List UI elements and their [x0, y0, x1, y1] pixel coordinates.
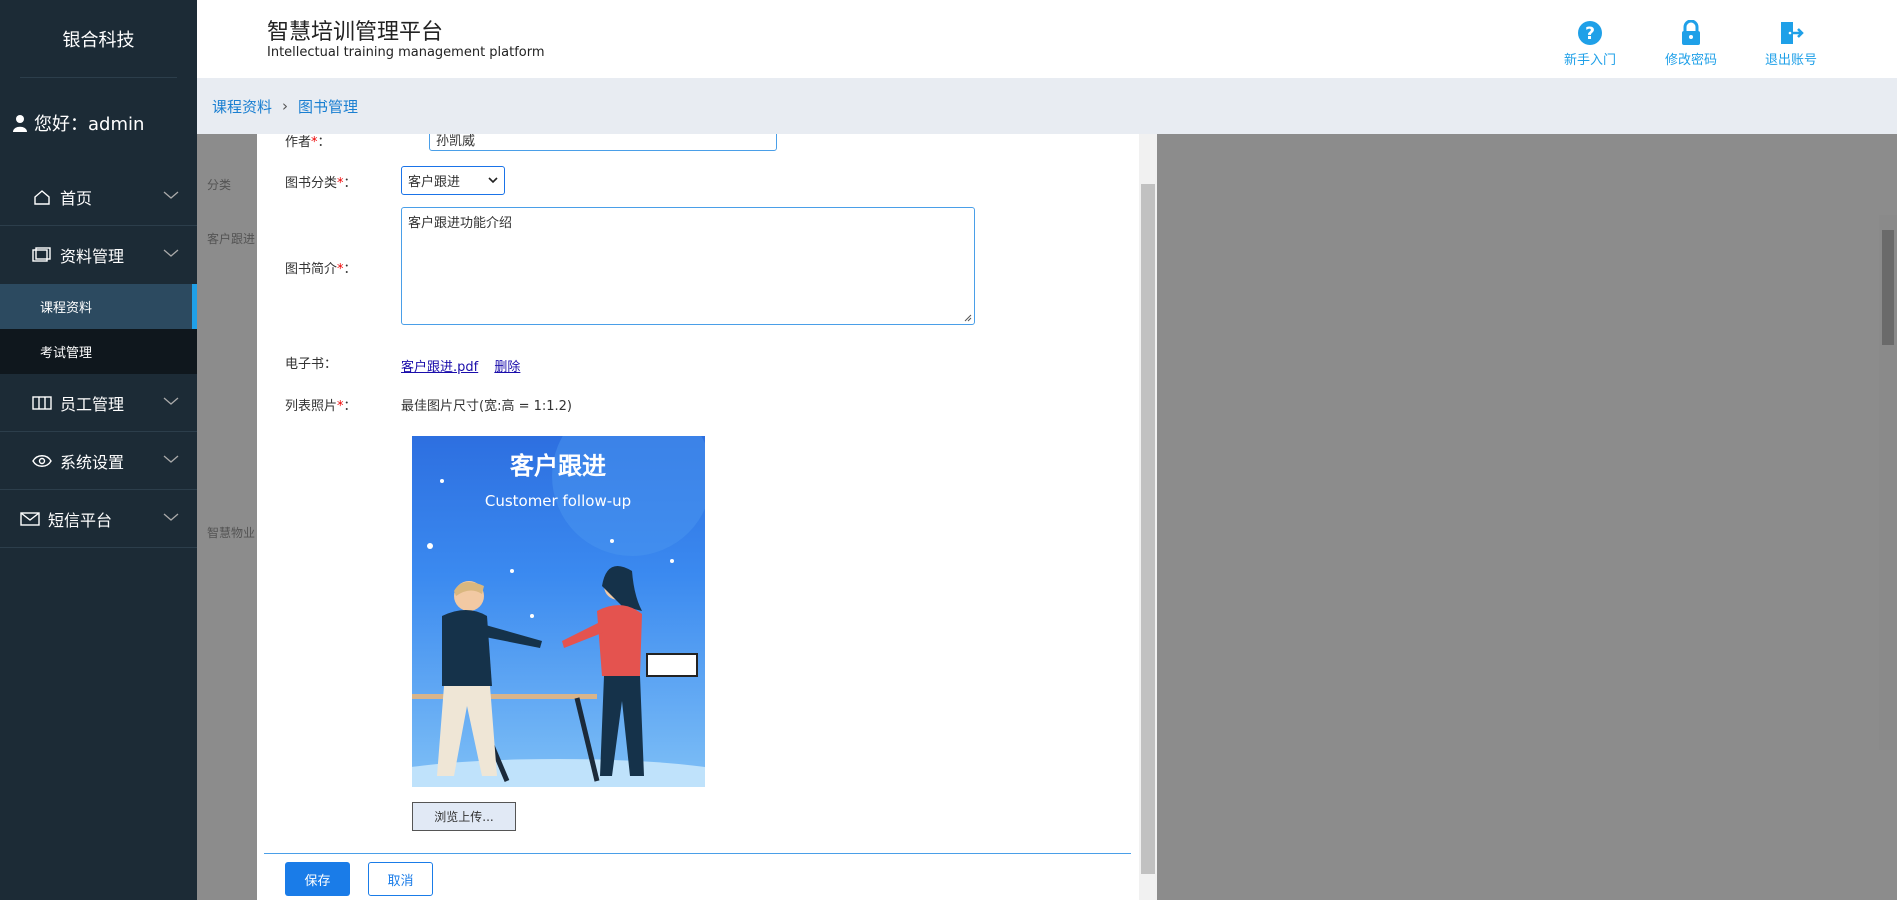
modal-scrollbar[interactable]: [1139, 134, 1157, 900]
greeting-text: 您好：admin: [34, 114, 145, 135]
cover-subtitle: Customer follow-up: [485, 492, 631, 510]
chevron-down-icon: [163, 513, 179, 521]
intro-textarea[interactable]: 客户跟进功能介绍: [401, 207, 975, 325]
modal-scroll-thumb[interactable]: [1141, 184, 1155, 874]
author-row: 作者*：: [285, 134, 777, 151]
logout-door-icon: [1781, 22, 1804, 44]
app-title: 智慧培训管理平台: [267, 20, 444, 45]
category-value: 客户跟进: [408, 175, 461, 190]
save-button[interactable]: 保存: [285, 862, 350, 896]
chevron-down-icon: [163, 249, 179, 257]
nav-sms[interactable]: 短信平台: [0, 490, 197, 548]
help-icon: ?: [1578, 21, 1602, 45]
category-label-row: 图书分类*：: [285, 176, 357, 191]
beginner-guide-label: 新手入门: [1563, 53, 1616, 68]
ebook-delete-link[interactable]: 删除: [494, 360, 520, 375]
app-subtitle: Intellectual training management platfor…: [267, 45, 545, 60]
sidebar: 银合科技 您好：admin 首页 资料管理 课程资料 考试管理 员工管理 系统设…: [0, 0, 197, 900]
nav-staff-label: 员工管理: [60, 394, 125, 414]
category-label: 图书分类: [285, 176, 338, 191]
intro-text: 客户跟进功能介绍: [408, 216, 513, 231]
chevron-down-icon: [488, 177, 498, 184]
intro-label-row: 图书简介*：: [285, 262, 357, 277]
ebook-file-link[interactable]: 客户跟进.pdf: [401, 360, 478, 375]
nav-staff[interactable]: 员工管理: [0, 374, 197, 432]
staff-icon: [32, 395, 52, 411]
change-password-label: 修改密码: [1664, 53, 1717, 68]
author-label: 作者: [285, 135, 312, 150]
nav-documents[interactable]: 资料管理: [0, 226, 197, 284]
cancel-button[interactable]: 取消: [368, 862, 433, 896]
breadcrumb: 课程资料 › 图书管理: [197, 78, 1897, 134]
documents-icon: [32, 247, 52, 263]
logout-label: 退出账号: [1764, 53, 1817, 68]
category-select[interactable]: 客户跟进: [401, 166, 505, 195]
brand: 银合科技: [20, 0, 177, 78]
lock-icon: [1682, 20, 1700, 45]
intro-label: 图书简介: [285, 262, 338, 277]
resize-handle-icon[interactable]: [962, 312, 972, 322]
chevron-down-icon: [163, 397, 179, 405]
author-input[interactable]: [429, 134, 777, 151]
chevron-down-icon: [163, 191, 179, 199]
breadcrumb-item-book-management[interactable]: 图书管理: [298, 96, 358, 117]
mail-icon: [20, 511, 40, 527]
home-icon: [32, 189, 52, 205]
photo-hint: 最佳图片尺寸(宽:高 = 1:1.2): [401, 399, 573, 414]
eye-settings-icon: [32, 453, 52, 469]
logout-button[interactable]: 退出账号: [1756, 20, 1826, 68]
nav-documents-label: 资料管理: [60, 247, 125, 266]
nav-sms-label: 短信平台: [48, 510, 113, 530]
page-scrollbar[interactable]: [1879, 215, 1897, 750]
header: 智慧培训管理平台 Intellectual training managemen…: [197, 0, 1897, 78]
cover-image: 客户跟进 Customer follow-up: [412, 436, 705, 787]
nav-settings-label: 系统设置: [60, 452, 125, 472]
book-edit-modal: 作者*： 图书分类*： 客户跟进 图书简介*： 客户跟进功能介绍 电子书： 客户…: [257, 134, 1157, 900]
ebook-links: 客户跟进.pdf 删除: [401, 356, 520, 375]
browse-upload-button[interactable]: 浏览上传...: [412, 802, 516, 831]
user-greeting: 您好：admin: [0, 78, 197, 168]
svg-text:?: ?: [1585, 24, 1595, 44]
change-password-button[interactable]: 修改密码: [1656, 20, 1726, 68]
photo-label: 列表照片: [285, 399, 338, 414]
breadcrumb-item-course-materials[interactable]: 课程资料: [212, 96, 272, 117]
sub-item-course-materials[interactable]: 课程资料: [0, 284, 197, 329]
beginner-guide-button[interactable]: ? 新手入门: [1555, 20, 1625, 68]
chevron-down-icon: [163, 455, 179, 463]
nav-home[interactable]: 首页: [0, 168, 197, 226]
chevron-right-icon: ›: [282, 97, 289, 115]
sub-item-exam-management[interactable]: 考试管理: [0, 329, 197, 374]
nav-settings[interactable]: 系统设置: [0, 432, 197, 490]
cover-title: 客户跟进: [510, 452, 606, 480]
user-icon: [13, 115, 27, 132]
cover-illustration: 客户跟进 Customer follow-up: [412, 436, 705, 787]
ebook-label: 电子书：: [285, 357, 338, 372]
modal-divider: [264, 853, 1131, 854]
photo-label-row: 列表照片*：: [285, 399, 357, 414]
nav-home-label: 首页: [60, 188, 93, 208]
